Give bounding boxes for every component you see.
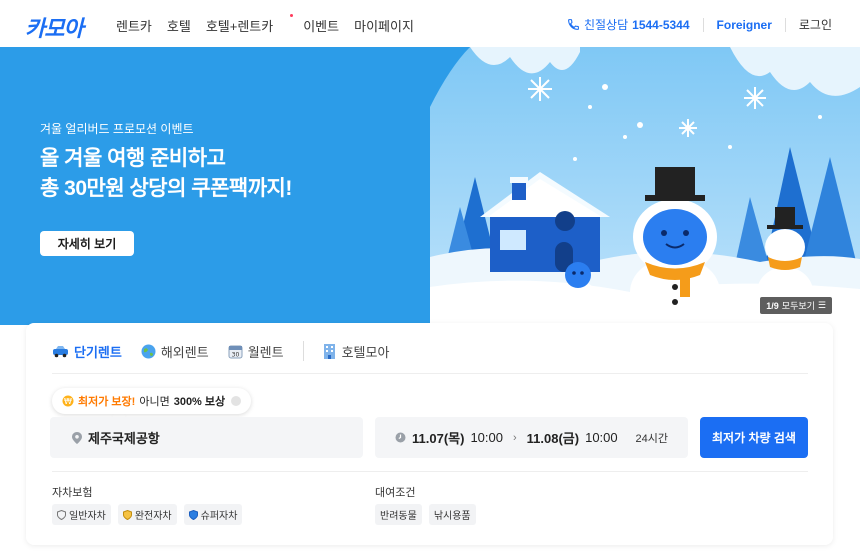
nav-item-event[interactable]: 이벤트 (303, 16, 339, 35)
banner-title-line2: 총 30만원 상당의 쿠폰팩까지! (40, 177, 292, 200)
pickup-location-field[interactable]: 제주국제공항 (50, 417, 363, 458)
menu-icon: ☰ (817, 300, 826, 310)
nav-item-hotel[interactable]: 호텔 (167, 16, 191, 35)
insurance-option-basic[interactable]: 일반자차 (52, 504, 111, 525)
tab-short-rent-label: 단기렌트 (74, 344, 122, 360)
pager-all-label: 모두보기 (781, 301, 815, 311)
conditions-options: 반려동물 낚시용품 (375, 504, 476, 525)
chevron-right-icon: › (512, 431, 517, 444)
nav-item-hotel-rentcar-label: 호텔+렌트카 (205, 19, 274, 34)
divider (784, 17, 786, 32)
insurance-option-label: 일반자차 (69, 511, 106, 522)
insurance-option-full[interactable]: 완전자차 (117, 504, 177, 525)
search-cars-button[interactable]: 최저가 차량 검색 (700, 417, 808, 458)
calendar-30-icon: 30 (228, 345, 243, 358)
insurance-option-super[interactable]: 슈퍼자차 (183, 504, 243, 525)
main-nav: 렌트카 호텔 호텔+렌트카 이벤트 마이페이지 (116, 14, 429, 35)
search-tabs: 단기렌트 해외렌트 30 월렌트 호텔모아 (52, 341, 408, 361)
hotel-building-icon (323, 344, 335, 359)
tab-hotel-moa[interactable]: 호텔모아 (322, 342, 390, 361)
clock-icon (395, 432, 406, 443)
lowest-price-guarantee-badge: ₩ 최저가 보장! 아니면 300% 보상 (52, 388, 252, 414)
tab-divider (302, 341, 304, 361)
pickup-location-value: 제주국제공항 (88, 431, 160, 446)
tab-overseas-rent-label: 해외렌트 (160, 344, 209, 360)
login-link[interactable]: 로그인 (799, 16, 832, 33)
nav-item-hotel-rentcar[interactable]: 호텔+렌트카 (205, 14, 294, 35)
tab-short-rent[interactable]: 단기렌트 (52, 342, 122, 361)
pager-current: 1/9 (766, 300, 779, 311)
options-divider (52, 471, 808, 472)
phone-contact[interactable]: 친절상담 1544-5344 (567, 16, 690, 33)
shield-icon (188, 509, 198, 520)
globe-icon (141, 344, 156, 358)
rental-date-field[interactable]: 11.07(목) 10:00 › 11.08(금) 10:00 24시간 (375, 417, 688, 458)
insurance-label: 자차보험 (52, 487, 93, 499)
banner-pager[interactable]: 1/9 모두보기 ☰ (760, 297, 832, 314)
svg-text:₩: ₩ (64, 397, 72, 406)
shield-icon (57, 509, 66, 520)
banner-subtitle: 겨울 얼리버드 프로모션 이벤트 (40, 122, 194, 136)
tab-monthly-rent-label: 월렌트 (247, 344, 284, 360)
car-icon (53, 345, 68, 357)
nav-item-rentcar[interactable]: 렌트카 (116, 16, 152, 35)
condition-option-pets[interactable]: 반려동물 (375, 504, 422, 525)
tab-hotel-moa-label: 호텔모아 (341, 344, 390, 360)
insurance-option-label: 완전자차 (134, 511, 172, 522)
kamoa-logo[interactable]: 카모아 (25, 11, 84, 43)
condition-option-fishing[interactable]: 낚시용품 (428, 504, 476, 525)
promo-banner[interactable]: 겨울 얼리버드 프로모션 이벤트 올 겨울 여행 준비하고 총 30만원 상당의… (0, 47, 860, 325)
banner-detail-button[interactable]: 자세히 보기 (40, 231, 134, 256)
info-icon[interactable] (231, 396, 242, 406)
rental-duration: 24시간 (635, 432, 668, 445)
winter-illustration (430, 47, 860, 325)
phone-number: 1544-5344 (632, 17, 690, 32)
insurance-options: 일반자차 완전자차 슈퍼자차 (52, 504, 243, 525)
foreigner-link[interactable]: Foreigner (717, 18, 772, 32)
tabs-divider (52, 373, 808, 374)
phone-icon (568, 19, 579, 30)
coin-icon: ₩ (62, 395, 74, 407)
nav-item-mypage[interactable]: 마이페이지 (354, 16, 414, 35)
shield-icon (122, 509, 132, 520)
guarantee-text: 아니면 (139, 396, 170, 408)
guarantee-bold: 300% 보상 (173, 396, 226, 408)
search-card: 단기렌트 해외렌트 30 월렌트 호텔모아 ₩ 최저가 보장! 아니면 300%… (26, 323, 833, 545)
tab-overseas-rent[interactable]: 해외렌트 (141, 342, 209, 361)
insurance-option-label: 슈퍼자차 (200, 511, 238, 522)
banner-title: 올 겨울 여행 준비하고 총 30만원 상당의 쿠폰팩까지! (40, 144, 292, 204)
guarantee-highlight: 최저가 보장! (78, 396, 136, 408)
start-date: 11.07(목) (412, 431, 465, 446)
location-pin-icon (72, 431, 82, 444)
new-dot-icon (290, 14, 294, 17)
svg-text:30: 30 (231, 351, 239, 358)
top-header: 카모아 렌트카 호텔 호텔+렌트카 이벤트 마이페이지 친절상담 1544-53… (0, 0, 860, 47)
conditions-label: 대여조건 (375, 487, 416, 499)
divider (702, 17, 704, 32)
end-date: 11.08(금) (526, 431, 580, 446)
header-right: 친절상담 1544-5344 Foreigner 로그인 (567, 16, 832, 33)
banner-title-line1: 올 겨울 여행 준비하고 (40, 147, 226, 170)
phone-label: 친절상담 (583, 18, 629, 32)
start-time: 10:00 (470, 430, 503, 445)
tab-monthly-rent[interactable]: 30 월렌트 (228, 342, 284, 361)
end-time: 10:00 (585, 430, 618, 445)
